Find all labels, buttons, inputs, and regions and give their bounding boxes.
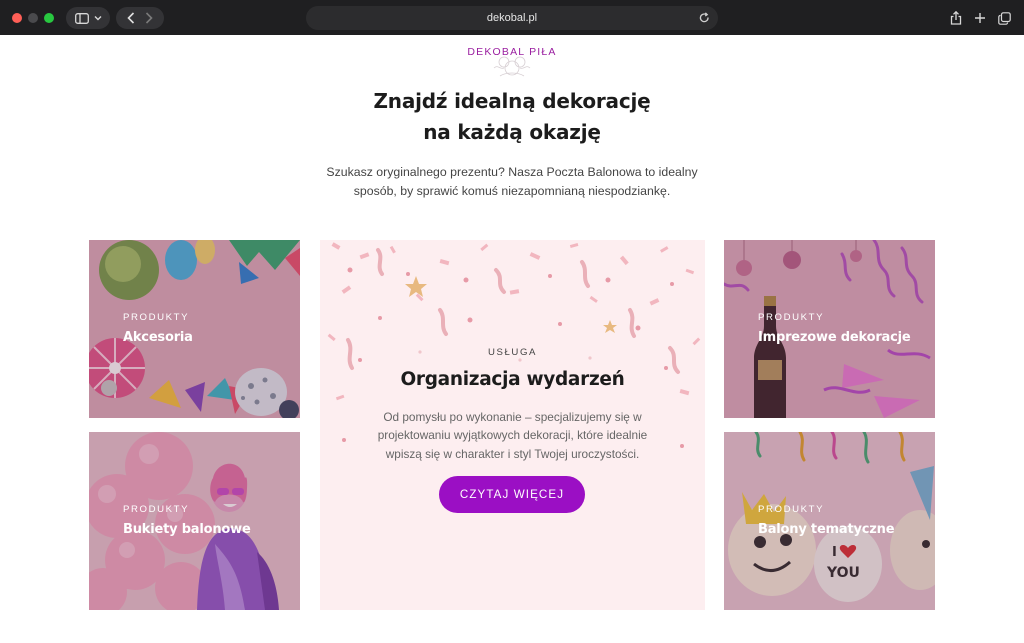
page-title-line-1: Znajdź idealną dekorację <box>373 89 651 113</box>
logo-ornament-icon <box>493 56 531 77</box>
tile-overlay <box>89 240 300 418</box>
forward-icon[interactable] <box>145 12 153 24</box>
tile-overlay <box>724 240 935 418</box>
tile-category: PRODUKTY <box>758 504 825 515</box>
address-bar[interactable]: dekobal.pl <box>306 6 718 30</box>
tabs-overview-icon <box>997 11 1011 25</box>
share-button[interactable] <box>946 8 966 28</box>
tile-category: PRODUKTY <box>758 312 825 323</box>
back-icon[interactable] <box>127 12 135 24</box>
tile-balony-tematyczne[interactable]: I YOU PRODUKTY Balony tematyczne <box>724 432 935 610</box>
tabs-overview-button[interactable] <box>994 8 1014 28</box>
intro-text: Szukasz oryginalnego prezentu? Nasza Poc… <box>312 163 712 201</box>
page-title: Znajdź idealną dekorację na każdą okazję <box>262 86 762 148</box>
tile-imprezowe-dekoracje[interactable]: PRODUKTY Imprezowe dekoracje <box>724 240 935 418</box>
sidebar-icon <box>74 12 89 24</box>
read-more-button[interactable]: CZYTAJ WIĘCEJ <box>439 476 585 513</box>
zoom-window-button[interactable] <box>44 13 54 23</box>
tile-category: PRODUKTY <box>123 504 190 515</box>
feature-category: USŁUGA <box>487 347 538 358</box>
tile-category: PRODUKTY <box>123 312 190 323</box>
intro-line-2: sposób, by sprawić komuś niezapomnianą n… <box>353 184 671 198</box>
tile-title: Akcesoria <box>123 330 193 345</box>
tile-title: Bukiety balonowe <box>123 522 251 537</box>
close-window-button[interactable] <box>12 13 22 23</box>
tile-overlay <box>89 432 300 610</box>
logo-text: DEKOBAL PIŁA <box>467 46 557 58</box>
browser-toolbar: dekobal.pl <box>0 0 1024 35</box>
tile-akcesoria[interactable]: PRODUKTY Akcesoria <box>89 240 300 418</box>
new-tab-button[interactable] <box>970 8 990 28</box>
share-icon <box>950 11 962 25</box>
feature-description: Od pomysłu po wykonanie – specjalizujemy… <box>362 408 663 463</box>
feature-description-line-2: projektowaniu wyjątkowych dekoracji, któ… <box>377 428 648 443</box>
intro-line-1: Szukasz oryginalnego prezentu? Nasza Poc… <box>326 165 698 179</box>
history-nav <box>116 7 164 29</box>
page-title-line-2: na każdą okazję <box>423 120 601 144</box>
feature-card-organizacja: USŁUGA Organizacja wydarzeń Od pomysłu p… <box>320 240 705 610</box>
sidebar-toggle-button[interactable] <box>66 7 110 29</box>
site-logo[interactable]: DEKOBAL PIŁA <box>462 36 562 84</box>
tile-title: Balony tematyczne <box>758 522 895 537</box>
reload-icon[interactable] <box>699 12 710 24</box>
tile-overlay <box>724 432 935 610</box>
url-text: dekobal.pl <box>486 12 538 24</box>
feature-title: Organizacja wydarzeń <box>400 369 625 390</box>
tile-title: Imprezowe dekoracje <box>758 330 911 345</box>
feature-description-line-3: wpiszą się w charakter i styl Twojej uro… <box>385 446 640 461</box>
new-tab-icon <box>975 13 985 23</box>
feature-description-line-1: Od pomysłu po wykonanie – specjalizujemy… <box>383 410 642 424</box>
minimize-window-button[interactable] <box>28 13 38 23</box>
tile-bukiety-balonowe[interactable]: PRODUKTY Bukiety balonowe <box>89 432 300 610</box>
chevron-down-icon <box>94 16 101 21</box>
